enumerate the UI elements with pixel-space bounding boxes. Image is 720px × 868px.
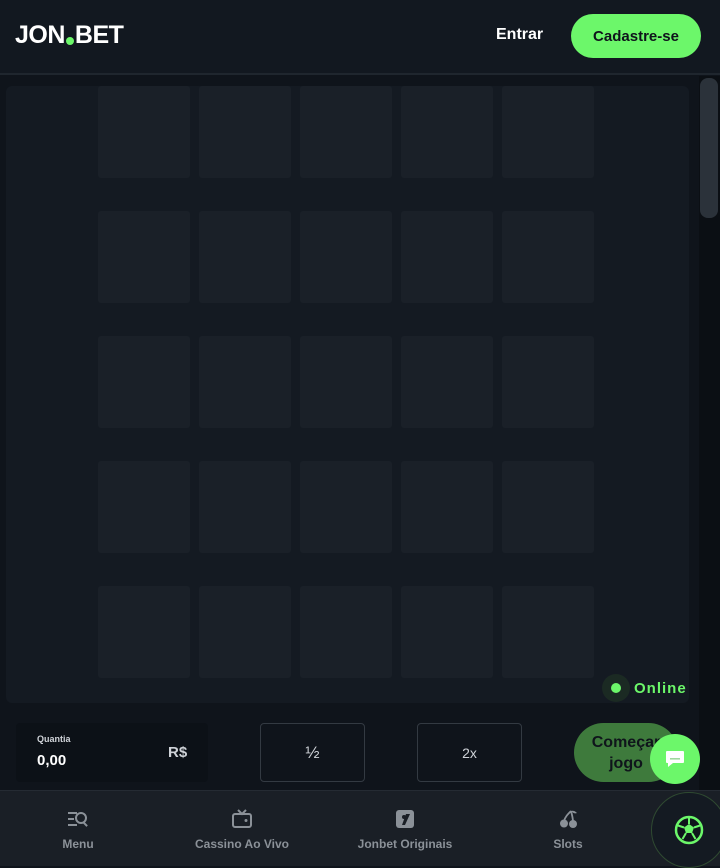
game-tile[interactable] (98, 86, 190, 178)
sports-icon-wrap (670, 811, 708, 849)
game-board (6, 86, 689, 703)
menu-search-icon (67, 807, 89, 831)
game-tile[interactable] (98, 461, 190, 553)
game-tile[interactable] (401, 586, 493, 678)
logo-text-right: BET (74, 20, 124, 49)
online-dot-icon (611, 683, 621, 693)
nav-item-slots[interactable]: Slots (538, 791, 598, 867)
tv-icon (231, 807, 253, 831)
game-tile[interactable] (199, 86, 291, 178)
game-tile[interactable] (401, 86, 493, 178)
game-tile[interactable] (502, 86, 594, 178)
double-amount-button[interactable]: 2x (417, 723, 522, 782)
game-tile[interactable] (300, 336, 392, 428)
nav-item-live-casino[interactable]: Cassino Ao Vivo (186, 791, 298, 867)
game-tile[interactable] (98, 586, 190, 678)
nav-label-menu: Menu (62, 837, 94, 851)
game-tile[interactable] (300, 211, 392, 303)
start-label-line1: Começar (591, 733, 661, 751)
game-tile[interactable] (502, 586, 594, 678)
game-tile[interactable] (199, 586, 291, 678)
online-status: Online (602, 674, 687, 702)
game-tile[interactable] (98, 211, 190, 303)
game-tile[interactable] (401, 461, 493, 553)
game-tile[interactable] (502, 211, 594, 303)
start-label-line2: jogo (609, 754, 643, 772)
half-amount-button[interactable]: ½ (260, 723, 365, 782)
game-tile[interactable] (98, 336, 190, 428)
game-tile[interactable] (300, 461, 392, 553)
game-tile[interactable] (300, 586, 392, 678)
game-tile[interactable] (401, 211, 493, 303)
nav-item-originals[interactable]: Jonbet Originais (350, 791, 460, 867)
scrollbar-thumb[interactable] (700, 78, 718, 218)
jonbet-logo[interactable]: JON BET (15, 20, 124, 49)
logo-text-left: JON (15, 20, 65, 49)
sports-button[interactable] (651, 792, 720, 868)
logo-dot (65, 37, 74, 45)
nav-label-live-casino: Cassino Ao Vivo (194, 837, 290, 851)
chat-button[interactable] (650, 734, 700, 784)
game-tile[interactable] (199, 336, 291, 428)
bottom-navigation: Menu Cassino Ao Vivo Jonbet Originais Sl… (0, 790, 720, 866)
nav-item-menu[interactable]: Menu (38, 791, 118, 867)
game-tile[interactable] (502, 461, 594, 553)
game-tile[interactable] (199, 211, 291, 303)
chat-bubble-icon (666, 751, 684, 767)
currency-label: R$ (168, 744, 188, 761)
signup-button[interactable]: Cadastre-se (571, 14, 701, 58)
game-tile[interactable] (401, 336, 493, 428)
nav-label-slots: Slots (553, 837, 583, 851)
online-indicator (602, 674, 630, 702)
nav-label-originals: Jonbet Originais (357, 837, 453, 851)
originals-icon (394, 807, 416, 831)
soccer-ball-icon (674, 815, 704, 845)
game-tile[interactable] (300, 86, 392, 178)
top-header: JON BET Entrar Cadastre-se (0, 0, 720, 75)
login-link[interactable]: Entrar (496, 26, 543, 44)
game-tile[interactable] (199, 461, 291, 553)
amount-label: Quantia (37, 734, 71, 744)
bet-amount-field[interactable]: Quantia R$ (16, 723, 208, 782)
game-tile[interactable] (502, 336, 594, 428)
online-label: Online (634, 679, 687, 697)
amount-input[interactable] (37, 752, 157, 769)
page-scrollbar[interactable] (699, 76, 720, 790)
cherries-icon (557, 807, 579, 831)
